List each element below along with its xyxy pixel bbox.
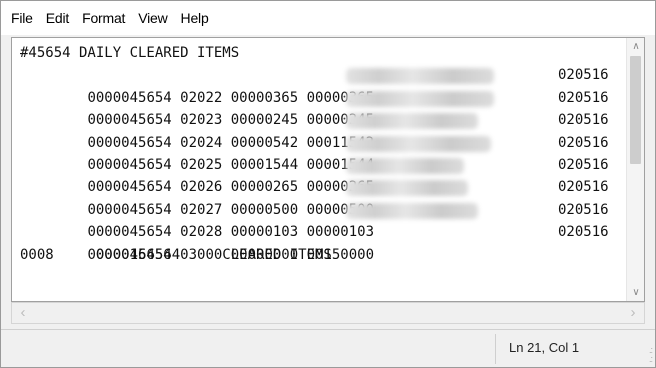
record-row: 0000045654 02023 00000245 00000245 02051… <box>20 87 616 128</box>
redacted-field <box>346 68 494 85</box>
chevron-right-icon[interactable]: › <box>624 304 642 322</box>
record-date: 020516 <box>558 156 609 173</box>
status-divider <box>495 334 496 364</box>
redacted-field <box>346 157 464 174</box>
status-bar: Ln 21, Col 1 .:.: <box>1 329 655 367</box>
vertical-scrollbar[interactable]: ∧ ∨ <box>626 38 644 301</box>
record-row: 0000045654 02022 00000365 00000365 02051… <box>20 64 616 105</box>
record-row: 0000045654 02027 00000500 00000500 02051… <box>20 176 616 217</box>
record-row: 0000045654 02025 00001544 00001544 02051… <box>20 132 616 173</box>
text-editor[interactable]: #45654 DAILY CLEARED ITEMS 0000045654 02… <box>11 37 645 302</box>
chevron-up-icon[interactable]: ∧ <box>627 41 644 52</box>
resize-grip-icon[interactable]: .:.: <box>649 346 653 364</box>
document-header-line: #45654 DAILY CLEARED ITEMS <box>20 45 240 61</box>
record-row: 0000045654 02026 00000265 00000265 02051… <box>20 154 616 195</box>
document-footer-line: 0008 0000164564 CLEARED ITEMS <box>20 246 332 263</box>
notepad-window: File Edit Format View Help #45654 DAILY … <box>0 0 656 368</box>
record-date: 020516 <box>558 67 609 84</box>
menu-format[interactable]: Format <box>82 10 125 26</box>
record-date: 020516 <box>558 134 609 151</box>
record-row: 0000045654 02028 00000103 00000103 02051… <box>20 199 616 240</box>
record-date: 020516 <box>558 179 609 196</box>
cursor-position: Ln 21, Col 1 <box>509 340 580 355</box>
menu-file[interactable]: File <box>11 10 33 26</box>
record-date: 020516 <box>558 112 609 129</box>
menu-view[interactable]: View <box>138 10 167 26</box>
record-row: 0000045654 02024 00000542 00011542 02051… <box>20 109 616 150</box>
chevron-down-icon[interactable]: ∨ <box>627 287 644 298</box>
document-text[interactable]: #45654 DAILY CLEARED ITEMS 0000045654 02… <box>20 42 616 266</box>
menu-edit[interactable]: Edit <box>46 10 70 26</box>
menu-help[interactable]: Help <box>181 10 209 26</box>
vertical-scroll-thumb[interactable] <box>630 56 641 164</box>
redacted-field <box>346 180 468 197</box>
record-row: 0000045654 03000 00000000 00150000 02051… <box>20 221 616 262</box>
record-date: 020516 <box>558 201 609 218</box>
redacted-field <box>346 135 491 152</box>
horizontal-scrollbar[interactable]: ‹ › <box>11 302 645 324</box>
redacted-field <box>346 202 478 219</box>
menu-bar: File Edit Format View Help <box>1 1 655 35</box>
record-date: 020516 <box>558 89 609 106</box>
redacted-field <box>346 113 478 130</box>
chevron-left-icon[interactable]: ‹ <box>14 304 32 322</box>
redacted-field <box>346 90 494 107</box>
record-date: 020516 <box>558 224 609 241</box>
